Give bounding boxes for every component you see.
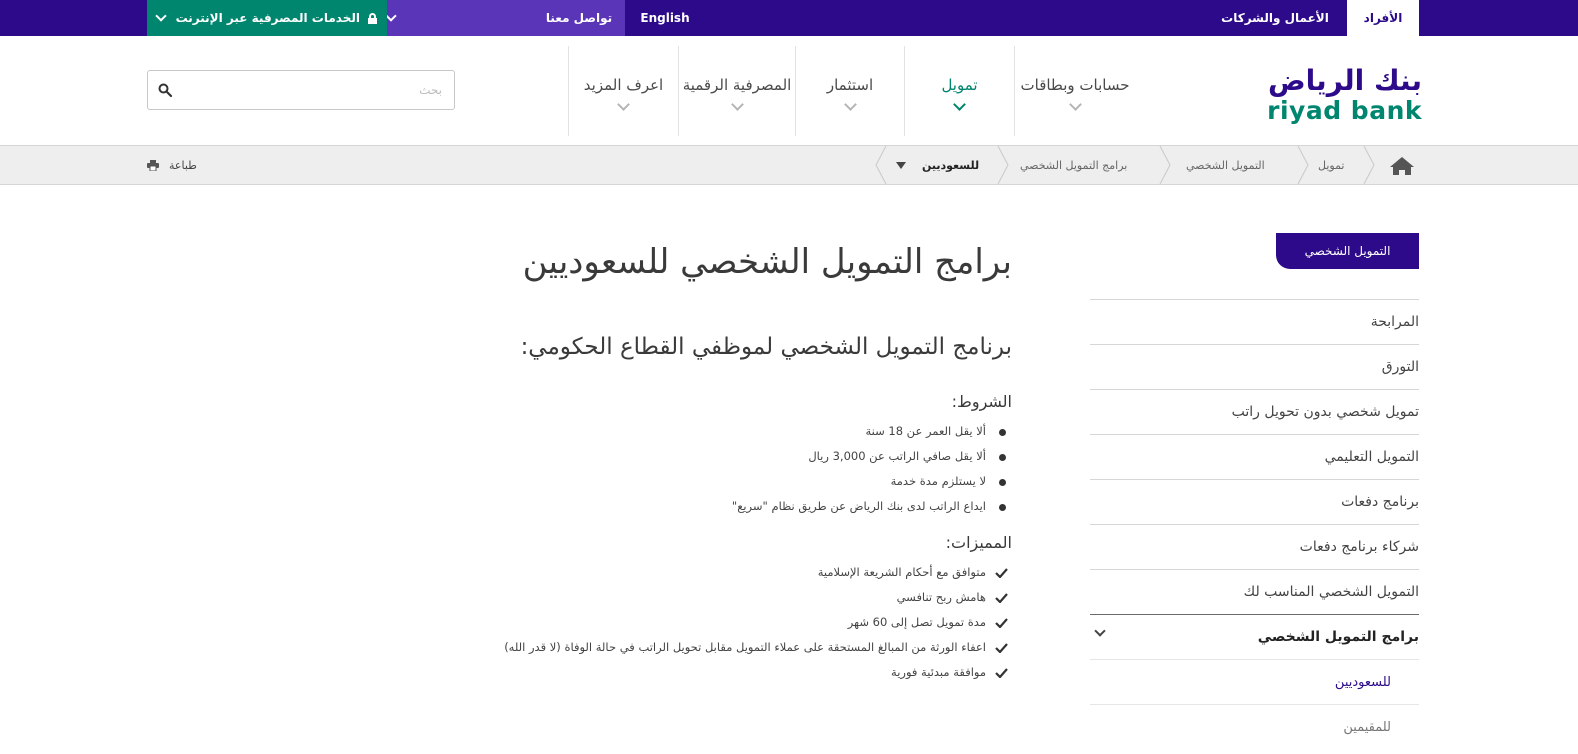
list-item: مدة تمويل تصل إلى 60 شهر xyxy=(400,610,1012,635)
breadcrumb-separator xyxy=(1159,146,1171,184)
check-icon xyxy=(995,668,1008,679)
tab-individuals[interactable]: الأفراد xyxy=(1347,0,1419,36)
search-input[interactable] xyxy=(192,71,442,109)
breadcrumb-separator xyxy=(875,146,887,184)
chevron-down-icon xyxy=(385,10,397,22)
page-subtitle: برنامج التمويل الشخصي لموظفي القطاع الحك… xyxy=(520,334,1012,361)
list-item: لا يستلزم مدة خدمة xyxy=(400,469,1012,494)
sidebar-item-tawarruq[interactable]: التورق xyxy=(1090,344,1419,389)
page-title: برامج التمويل الشخصي للسعوديين xyxy=(522,242,1012,282)
print-label: طباعة xyxy=(169,158,197,172)
nav-label: المصرفية الرقمية xyxy=(682,76,792,94)
sidebar-item-no-salary-transfer[interactable]: تمويل شخصي بدون تحويل راتب xyxy=(1090,389,1419,434)
lock-icon xyxy=(368,12,377,24)
breadcrumb: تمويل التمويل الشخصي برامج التمويل الشخص… xyxy=(0,145,1578,185)
chevron-down-icon xyxy=(730,98,744,111)
language-english-link[interactable]: English xyxy=(625,0,705,36)
check-icon xyxy=(995,618,1008,629)
breadcrumb-item-programs[interactable]: برامج التمويل الشخصي xyxy=(1020,146,1127,184)
riyad-bank-logo[interactable]: بنك الرياض riyad bank xyxy=(1240,64,1422,125)
nav-digital-banking[interactable]: المصرفية الرقمية xyxy=(678,46,795,136)
sidebar-item-dafaat-partners[interactable]: شركاء برنامج دفعات xyxy=(1090,524,1419,569)
chevron-down-icon[interactable] xyxy=(1094,625,1106,637)
logo-english-text: riyad bank xyxy=(1267,96,1422,125)
contact-us-link[interactable]: تواصل معنا xyxy=(533,0,625,36)
print-button[interactable]: طباعة xyxy=(147,146,197,184)
sidebar-heading[interactable]: التمويل الشخصي xyxy=(1276,233,1419,269)
top-bar: الأفراد الأعمال والشركات English تواصل م… xyxy=(0,0,1578,36)
topbar-dropdown-button[interactable] xyxy=(385,0,533,36)
list-item: ايداع الراتب لدى بنك الرياض عن طريق نظام… xyxy=(400,494,1012,519)
list-item: ألا يقل العمر عن 18 سنة xyxy=(400,419,1012,444)
breadcrumb-item-current[interactable]: للسعوديين xyxy=(922,146,979,184)
sidebar-item-dafaat[interactable]: برنامج دفعات xyxy=(1090,479,1419,524)
conditions-list: ألا يقل العمر عن 18 سنة ألا يقل صافي الر… xyxy=(400,419,1012,519)
check-icon xyxy=(995,643,1008,654)
features-section: المميزات: متوافق مع أحكام الشريعة الإسلا… xyxy=(400,533,1012,685)
list-item: ألا يقل صافي الراتب عن 3,000 ريال xyxy=(400,444,1012,469)
nav-label: اعرف المزيد xyxy=(583,76,664,94)
list-item: اعفاء الورثة من المبالغ المستحقة على عمل… xyxy=(400,635,1012,660)
sidebar-item-programs[interactable]: برامج التمويل الشخصي xyxy=(1090,614,1419,659)
nav-label: استثمار xyxy=(826,76,874,94)
main-content: برامج التمويل الشخصي للسعوديين برنامج ال… xyxy=(400,240,1012,685)
conditions-section: الشروط: ألا يقل العمر عن 18 سنة ألا يقل … xyxy=(400,392,1012,519)
main-header: بنك الرياض riyad bank حسابات وبطاقات تمو… xyxy=(0,36,1578,146)
nav-accounts-cards[interactable]: حسابات وبطاقات xyxy=(1014,46,1135,136)
caret-down-icon[interactable] xyxy=(896,162,906,169)
list-item: متوافق مع أحكام الشريعة الإسلامية xyxy=(400,560,1012,585)
list-item: موافقة مبدئية فورية xyxy=(400,660,1012,685)
feature-text: متوافق مع أحكام الشريعة الإسلامية xyxy=(817,565,986,580)
breadcrumb-separator xyxy=(997,146,1009,184)
nav-label: تمويل xyxy=(941,76,978,94)
breadcrumb-separator xyxy=(1297,146,1309,184)
check-icon xyxy=(995,593,1008,604)
chevron-down-icon xyxy=(843,98,857,111)
list-item: هامش ربح تنافسي xyxy=(400,585,1012,610)
logo-arabic-text: بنك الرياض xyxy=(1268,64,1422,97)
chevron-down-icon xyxy=(953,98,966,111)
feature-text: هامش ربح تنافسي xyxy=(896,590,986,605)
chevron-down-icon xyxy=(155,10,167,22)
feature-text: اعفاء الورثة من المبالغ المستحقة على عمل… xyxy=(504,640,986,655)
conditions-heading: الشروط: xyxy=(951,392,1012,412)
features-list: متوافق مع أحكام الشريعة الإسلامية هامش ر… xyxy=(400,560,1012,685)
online-banking-label: الخدمات المصرفية عبر الإنترنت xyxy=(175,11,360,25)
sidebar-subitem-saudis[interactable]: للسعوديين xyxy=(1090,659,1419,704)
printer-icon xyxy=(147,159,159,171)
tab-business[interactable]: الأعمال والشركات xyxy=(1210,0,1340,36)
online-banking-button[interactable]: الخدمات المصرفية عبر الإنترنت xyxy=(147,0,387,36)
breadcrumb-separator xyxy=(1363,146,1375,184)
nav-label: حسابات وبطاقات xyxy=(1020,76,1130,94)
search-box xyxy=(147,70,455,110)
breadcrumb-item-personal-financing[interactable]: التمويل الشخصي xyxy=(1186,146,1265,184)
features-heading: المميزات: xyxy=(945,533,1012,553)
chevron-down-icon xyxy=(617,98,630,111)
feature-text: مدة تمويل تصل إلى 60 شهر xyxy=(847,615,986,630)
sidebar-subitem-residents[interactable]: للمقيمين xyxy=(1090,704,1419,749)
home-icon[interactable] xyxy=(1380,154,1416,178)
nav-learn-more[interactable]: اعرف المزيد xyxy=(568,46,678,136)
sidebar-menu: المرابحة التورق تمويل شخصي بدون تحويل را… xyxy=(1090,299,1419,749)
sidebar-item-education[interactable]: التمويل التعليمي xyxy=(1090,434,1419,479)
sidebar-item-murabaha[interactable]: المرابحة xyxy=(1090,299,1419,344)
feature-text: موافقة مبدئية فورية xyxy=(891,665,986,680)
search-icon[interactable] xyxy=(158,83,172,97)
sidebar-item-label: برامج التمويل الشخصي xyxy=(1257,629,1419,645)
sidebar-item-suitable-financing[interactable]: التمويل الشخصي المناسب لك xyxy=(1090,569,1419,614)
nav-investment[interactable]: استثمار xyxy=(795,46,904,136)
breadcrumb-item-financing[interactable]: تمويل xyxy=(1318,146,1345,184)
chevron-down-icon xyxy=(1068,98,1082,111)
check-icon xyxy=(995,568,1008,579)
nav-financing[interactable]: تمويل xyxy=(904,46,1014,136)
